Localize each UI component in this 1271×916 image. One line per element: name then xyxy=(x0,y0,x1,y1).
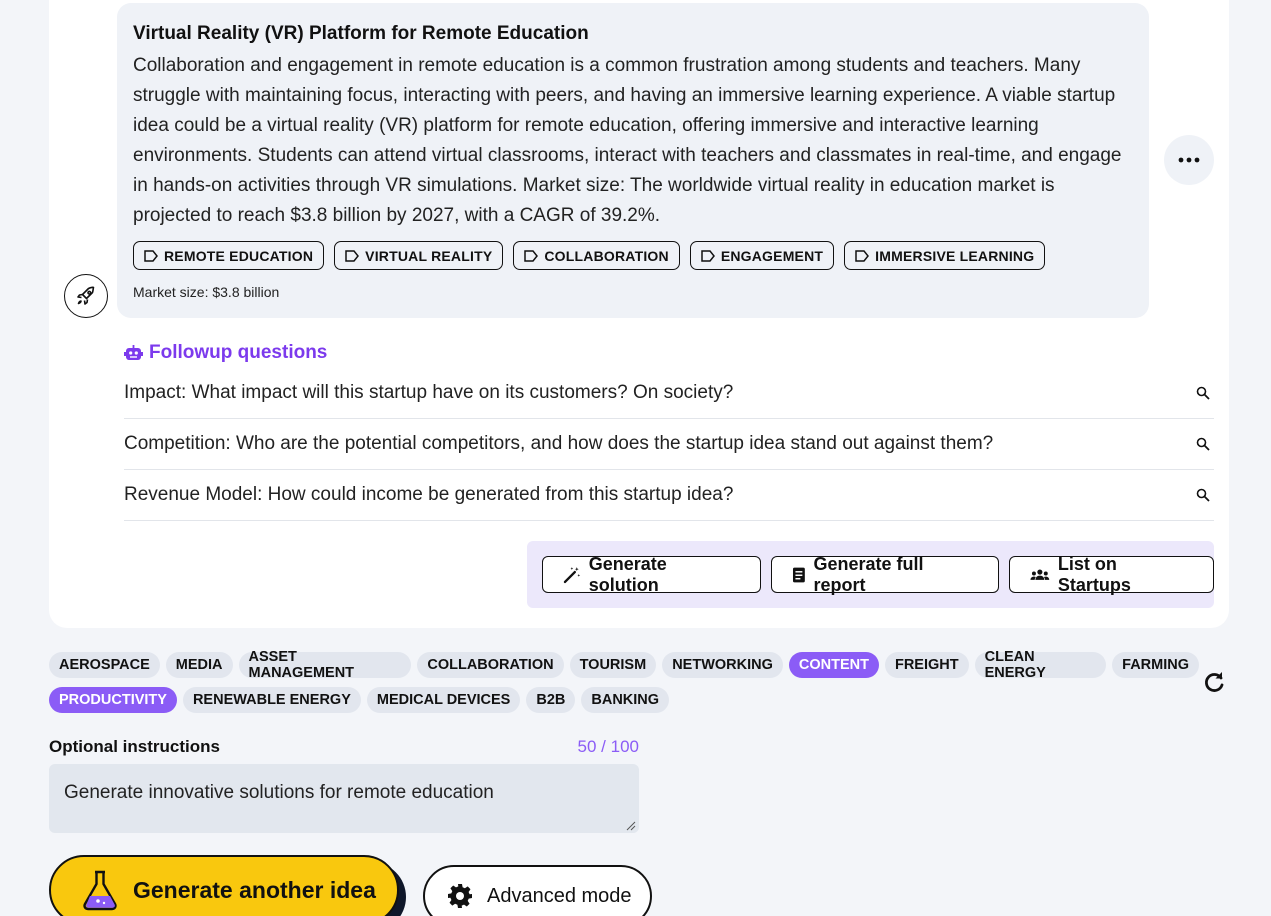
tag-icon xyxy=(855,249,870,262)
generate-solution-button[interactable]: Generate solution xyxy=(542,553,761,595)
generate-another-idea-label: Generate another idea xyxy=(133,876,376,903)
instructions-char-count: 50 / 100 xyxy=(577,737,639,756)
list-on-startups-button[interactable]: List on Startups xyxy=(1009,553,1214,595)
tag-label: VIRTUAL REALITY xyxy=(365,247,493,264)
tag-icon xyxy=(701,249,715,262)
followup-question[interactable]: Revenue Model: How could income be gener… xyxy=(124,470,1214,521)
tag-icon xyxy=(524,249,539,262)
generate-report-label: Generate full report xyxy=(813,553,924,595)
gear-icon xyxy=(448,884,472,908)
document-icon xyxy=(792,567,805,582)
category-chip-selected[interactable]: PRODUCTIVITY xyxy=(49,687,177,713)
rocket-icon xyxy=(77,286,95,305)
search-icon[interactable] xyxy=(1196,386,1210,400)
more-options-button[interactable] xyxy=(1164,135,1214,185)
list-on-startups-label: List on Startups xyxy=(1057,553,1131,595)
tag-remote-education[interactable]: REMOTE EDUCATION xyxy=(133,241,325,270)
category-chip[interactable]: MEDIA xyxy=(165,652,233,678)
generate-another-idea-button[interactable]: Generate another idea xyxy=(49,855,399,916)
magic-wand-icon xyxy=(563,566,581,583)
category-chip-selected[interactable]: CONTENT xyxy=(788,652,879,678)
followup-question-text: Impact: What impact will this startup ha… xyxy=(124,382,734,403)
category-row: PRODUCTIVITY RENEWABLE ENERGY MEDICAL DE… xyxy=(49,687,1199,713)
tag-list: REMOTE EDUCATION VIRTUAL REALITY COLLABO… xyxy=(133,241,1133,270)
instructions-textarea[interactable]: Generate innovative solutions for remote… xyxy=(49,764,639,833)
tag-collaboration[interactable]: COLLABORATION xyxy=(513,241,680,270)
tag-label: REMOTE EDUCATION xyxy=(164,247,314,264)
category-chip[interactable]: FREIGHT xyxy=(884,652,969,678)
ellipsis-icon xyxy=(1178,157,1200,163)
idea-title: Virtual Reality (VR) Platform for Remote… xyxy=(133,23,589,44)
category-chip[interactable]: ASSET MANAGEMENT xyxy=(238,649,412,681)
category-row: AEROSPACE MEDIA ASSET MANAGEMENT COLLABO… xyxy=(49,649,1199,681)
category-chip[interactable]: CLEAN ENERGY xyxy=(974,649,1107,681)
tag-virtual-reality[interactable]: VIRTUAL REALITY xyxy=(334,241,504,270)
category-chip[interactable]: RENEWABLE ENERGY xyxy=(182,687,361,713)
category-chip[interactable]: MEDICAL DEVICES xyxy=(366,687,521,713)
tag-icon xyxy=(345,249,360,262)
avatar xyxy=(64,274,108,318)
market-size: Market size: $3.8 billion xyxy=(133,284,280,300)
instructions-label: Optional instructions xyxy=(49,737,220,756)
followup-heading-label: Followup questions xyxy=(149,342,328,363)
tag-icon xyxy=(144,249,158,262)
search-icon[interactable] xyxy=(1196,437,1210,451)
robot-icon xyxy=(124,344,143,360)
category-chip[interactable]: TOURISM xyxy=(569,652,657,678)
followup-question-text: Revenue Model: How could income be gener… xyxy=(124,484,734,505)
tag-engagement[interactable]: ENGAGEMENT xyxy=(689,241,835,270)
generate-report-button[interactable]: Generate full report xyxy=(770,553,1000,595)
idea-description: Collaboration and engagement in remote e… xyxy=(133,55,1122,226)
tag-label: ENGAGEMENT xyxy=(720,247,824,264)
tag-label: IMMERSIVE LEARNING xyxy=(875,247,1035,264)
followup-heading: Followup questions xyxy=(124,342,327,364)
resize-handle-icon[interactable] xyxy=(626,821,636,831)
advanced-mode-button[interactable]: Advanced mode xyxy=(423,865,652,916)
category-chip[interactable]: BANKING xyxy=(581,687,670,713)
generate-solution-label: Generate solution xyxy=(588,553,667,595)
refresh-icon[interactable] xyxy=(1201,669,1227,695)
followup-question[interactable]: Impact: What impact will this startup ha… xyxy=(124,368,1214,419)
category-chip[interactable]: NETWORKING xyxy=(662,652,783,678)
advanced-mode-label: Advanced mode xyxy=(487,884,632,907)
tag-label: COLLABORATION xyxy=(544,247,669,264)
search-icon[interactable] xyxy=(1196,488,1210,502)
tag-immersive-learning[interactable]: IMMERSIVE LEARNING xyxy=(844,241,1046,270)
category-chip[interactable]: B2B xyxy=(526,687,576,713)
category-chip[interactable]: AEROSPACE xyxy=(49,652,160,678)
followup-question[interactable]: Competition: Who are the potential compe… xyxy=(124,419,1214,470)
idea-bubble: Virtual Reality (VR) Platform for Remote… xyxy=(117,3,1149,318)
users-icon xyxy=(1030,568,1050,580)
category-list: AEROSPACE MEDIA ASSET MANAGEMENT COLLABO… xyxy=(49,649,1199,722)
category-chip[interactable]: FARMING xyxy=(1112,652,1199,678)
followup-list: Impact: What impact will this startup ha… xyxy=(124,368,1214,521)
action-bar: Generate solution Generate full report L… xyxy=(527,541,1214,608)
followup-question-text: Competition: Who are the potential compe… xyxy=(124,433,994,454)
category-chip[interactable]: COLLABORATION xyxy=(417,652,564,678)
flask-icon xyxy=(83,870,117,911)
